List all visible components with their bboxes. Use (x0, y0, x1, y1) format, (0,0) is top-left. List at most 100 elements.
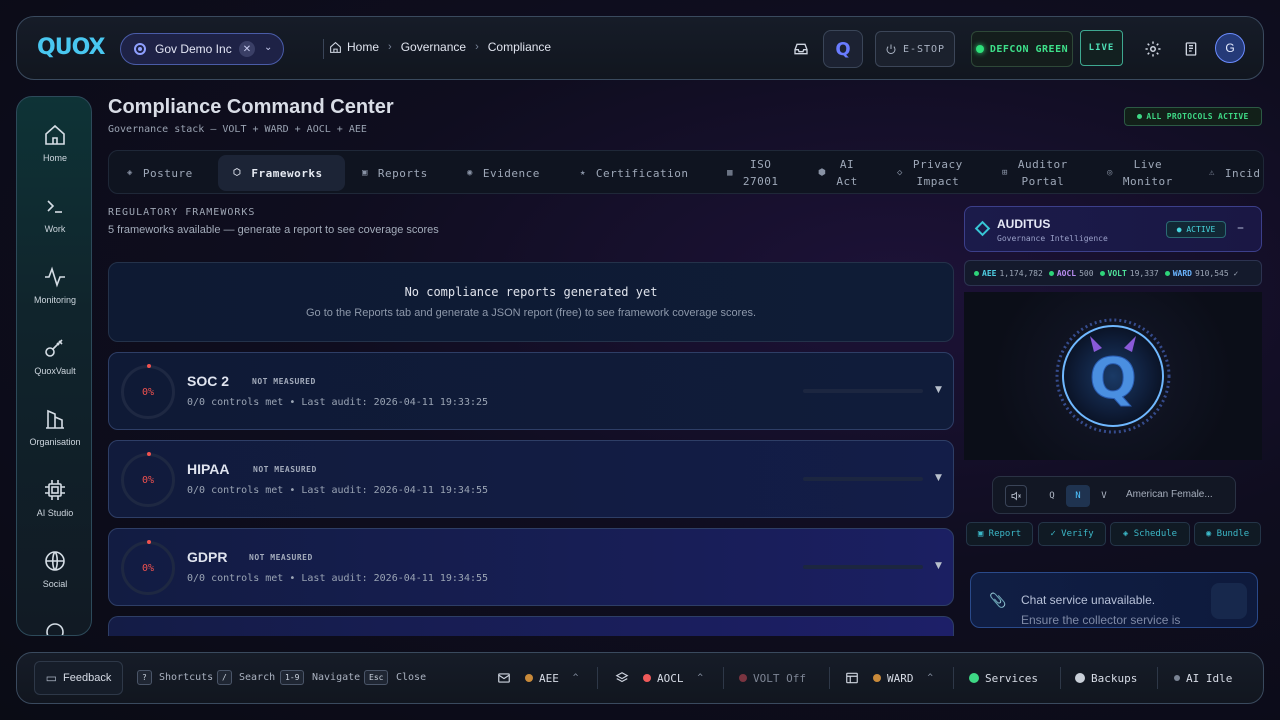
live-toggle[interactable]: LIVE (1080, 30, 1123, 66)
divider (829, 667, 830, 689)
metric-aocl: AOCL 500 (1048, 268, 1094, 278)
sidebar-item-home[interactable]: Home (17, 123, 91, 183)
ai-status[interactable]: AI Idle (1174, 669, 1232, 687)
feedback-button[interactable]: ▭ Feedback (34, 661, 123, 695)
tab-ai-act[interactable]: ⬢ AI Act (818, 151, 858, 193)
framework-name: GDPR (187, 549, 228, 565)
speaker-button[interactable] (1005, 485, 1027, 507)
chevron-up-icon[interactable]: ^ (698, 673, 703, 683)
sidebar-item-ai-studio[interactable]: AI Studio (17, 478, 91, 538)
bundle-button[interactable]: ◉ Bundle (1194, 522, 1261, 546)
tab-icon: ★ (580, 168, 586, 178)
tab-label: Incid (1224, 166, 1261, 180)
gear-icon (1145, 41, 1161, 57)
framework-card-gdpr[interactable]: 0% GDPR NOT MEASURED 0/0 controls met • … (108, 528, 954, 606)
sidebar-item-label: Work (44, 224, 66, 234)
report-button[interactable]: ▣ Report (966, 522, 1033, 546)
voice-option-q[interactable]: Q (1040, 485, 1064, 507)
tab-live-monitor[interactable]: ◎ Live Monitor (1107, 151, 1173, 193)
score-ring: 0% (121, 540, 175, 595)
tab-incidents[interactable]: ⚠ Incid (1209, 151, 1261, 193)
breadcrumb-governance[interactable]: Governance (401, 40, 466, 54)
send-button[interactable] (1211, 583, 1247, 619)
tab-label: Frameworks (251, 166, 323, 180)
framework-meta: 0/0 controls met • Last audit: 2026-04-1… (187, 397, 489, 408)
quox-logo[interactable]: QUOX (37, 35, 105, 60)
panel-icon (846, 672, 858, 684)
sidebar-item-label: Social (42, 579, 68, 589)
chevron-down-icon[interactable]: ▼ (935, 473, 942, 483)
volt-status[interactable]: VOLT Off (739, 669, 806, 687)
voice-option-v[interactable]: V (1092, 485, 1116, 507)
aocl-status[interactable]: AOCL ^ (615, 669, 703, 687)
tab-auditor-portal[interactable]: ⊞ Auditor Portal (1002, 151, 1068, 193)
services-status[interactable]: Services (969, 669, 1038, 687)
status-dot-icon (1137, 114, 1143, 119)
tab-frameworks[interactable]: ⬡ Frameworks (218, 155, 345, 191)
tab-iso-27001[interactable]: ▦ ISO 27001 (727, 151, 779, 193)
chevron-up-icon[interactable]: ^ (928, 673, 933, 683)
divider (323, 39, 324, 59)
sidebar-item-monitoring[interactable]: Monitoring (17, 265, 91, 325)
tab-label: AI (839, 158, 855, 171)
inbox-icon (794, 43, 808, 55)
sidebar-item-organisation[interactable]: Organisation (17, 407, 91, 467)
tab-label: Live (1133, 158, 1163, 171)
user-avatar[interactable]: G (1215, 33, 1245, 63)
verify-button[interactable]: ✓ Verify (1038, 522, 1106, 546)
breadcrumb-separator-icon: › (475, 41, 479, 53)
docs-button[interactable] (1181, 39, 1201, 59)
quox-ai-button[interactable]: Q (823, 30, 863, 68)
inbox-button[interactable] (791, 39, 811, 59)
paperclip-icon[interactable]: 📎 (989, 593, 1006, 609)
tab-privacy-impact[interactable]: ◇ Privacy Impact (897, 151, 963, 193)
empty-state-title: No compliance reports generated yet (404, 285, 658, 299)
chevron-down-icon[interactable]: ▼ (935, 385, 942, 395)
clear-org-icon[interactable]: ✕ (239, 41, 255, 57)
chevron-up-icon[interactable]: ^ (573, 673, 578, 683)
estop-button[interactable]: E-STOP (875, 31, 955, 67)
framework-card-soc2[interactable]: 0% SOC 2 NOT MEASURED 0/0 controls met •… (108, 352, 954, 430)
metric-value: 500 (1079, 268, 1094, 278)
ward-status[interactable]: WARD ^ (845, 669, 933, 687)
backups-status[interactable]: Backups (1075, 669, 1137, 687)
tab-certification[interactable]: ★ Certification (580, 151, 689, 193)
tab-evidence[interactable]: ◉ Evidence (467, 151, 540, 193)
chevron-down-icon[interactable]: ⌄ (264, 42, 272, 53)
voice-name-select[interactable]: American Female... (1126, 489, 1213, 500)
tab-icon: ▣ (362, 168, 368, 178)
metric-key: AEE (982, 268, 997, 278)
framework-card-partial[interactable] (108, 616, 954, 636)
minimize-icon[interactable]: – (1237, 220, 1244, 236)
aee-status[interactable]: AEE ^ (497, 669, 578, 687)
framework-name: SOC 2 (187, 373, 230, 389)
settings-button[interactable] (1143, 39, 1163, 59)
tab-label: Impact (916, 175, 960, 188)
framework-card-hipaa[interactable]: 0% HIPAA NOT MEASURED 0/0 controls met •… (108, 440, 954, 518)
status-label: Services (985, 671, 1038, 685)
tab-label: Act (836, 175, 858, 188)
auditus-title: AUDITUS (997, 217, 1051, 231)
breadcrumb-home[interactable]: Home (347, 40, 379, 54)
sidebar-item-social[interactable]: Social (17, 549, 91, 609)
status-badge: NOT MEASURED (249, 553, 313, 562)
metric-value: 910,545 ✓ (1194, 268, 1239, 278)
tab-posture[interactable]: ◈ Posture (127, 151, 193, 193)
chevron-down-icon[interactable]: ▼ (935, 561, 942, 571)
schedule-button[interactable]: ◈ Schedule (1110, 522, 1190, 546)
shortcut-label: Search (239, 672, 276, 683)
org-selector[interactable]: Gov Demo Inc ✕ ⌄ (120, 33, 284, 65)
tab-label: Portal (1021, 175, 1065, 188)
sidebar-item-work[interactable]: Work (17, 194, 91, 254)
defcon-status[interactable]: DEFCON GREEN (971, 31, 1073, 67)
tab-reports[interactable]: ▣ Reports (362, 151, 428, 193)
status-dot-icon (739, 674, 747, 682)
sidebar-item-quoxvault[interactable]: QuoxVault (17, 336, 91, 396)
breadcrumb-compliance: Compliance (487, 40, 552, 54)
pulse-icon (45, 266, 65, 288)
metric-aee: AEE 1,174,782 (974, 269, 1043, 278)
sidebar-item-more[interactable] (17, 620, 91, 635)
globe-icon (45, 551, 65, 571)
tab-bar: ◈ Posture ⬡ Frameworks ▣ Reports ◉ Evidence … (108, 150, 1264, 194)
voice-option-n[interactable]: N (1066, 485, 1090, 507)
